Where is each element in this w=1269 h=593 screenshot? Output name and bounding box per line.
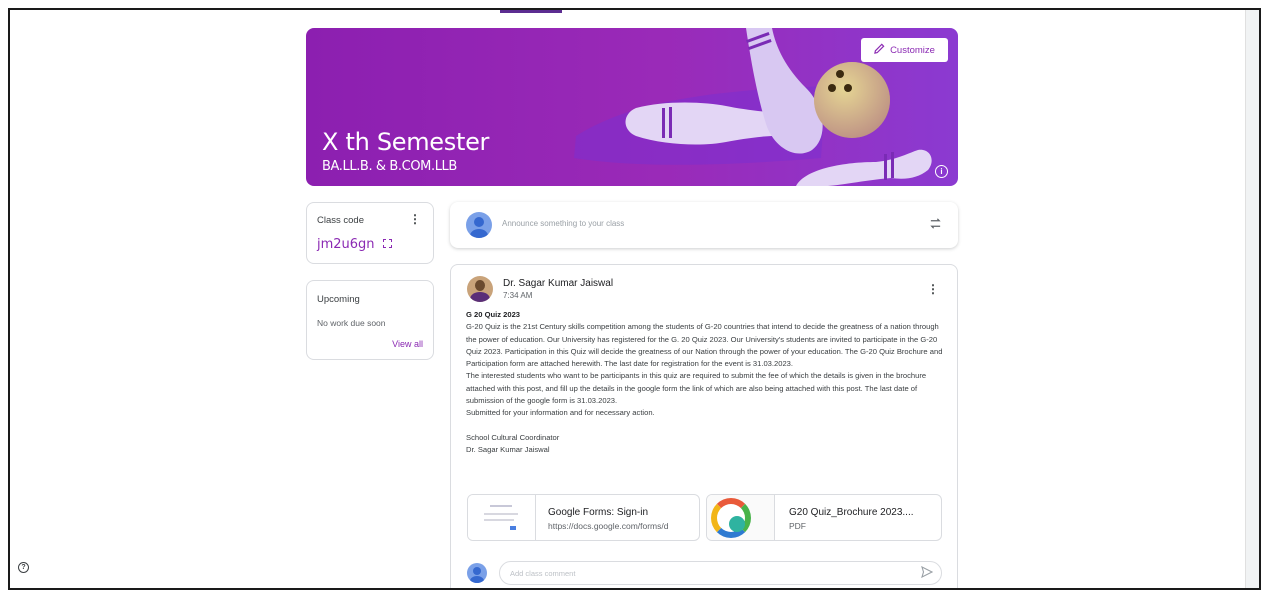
signature-line: Dr. Sagar Kumar Jaiswal — [466, 445, 550, 455]
class-code-value: jm2u6gn — [317, 237, 375, 252]
upcoming-card: Upcoming No work due soon View all — [306, 280, 434, 360]
comment-input[interactable]: Add class comment — [499, 561, 942, 585]
attachment-title: Google Forms: Sign-in — [548, 507, 649, 518]
post-time: 7:34 AM — [503, 291, 533, 300]
post-paragraph: G-20 Quiz is the 21st Century skills com… — [466, 322, 943, 369]
fullscreen-icon[interactable] — [383, 239, 392, 248]
post-paragraph: Submitted for your information and for n… — [466, 408, 655, 418]
upcoming-title: Upcoming — [317, 294, 360, 305]
avatar — [467, 563, 487, 583]
bowling-ball — [814, 62, 890, 138]
avatar — [466, 212, 492, 238]
pdf-thumbnail — [707, 495, 775, 540]
pencil-icon — [874, 43, 885, 57]
customize-label: Customize — [890, 44, 935, 56]
attachment-url: https://docs.google.com/forms/d — [548, 521, 669, 531]
attachment-pdf[interactable]: G20 Quiz_Brochure 2023.... PDF — [706, 494, 942, 541]
active-tab-indicator — [500, 10, 562, 13]
more-vert-icon[interactable]: ⋮ — [409, 212, 421, 226]
upcoming-empty-text: No work due soon — [317, 318, 386, 328]
attachment-title: G20 Quiz_Brochure 2023.... — [789, 507, 914, 518]
comment-placeholder: Add class comment — [510, 569, 576, 578]
info-icon[interactable]: i — [935, 165, 948, 178]
post-paragraph: The interested students who want to be p… — [466, 371, 927, 406]
classroom-window: X th Semester BA.LL.B. & B.COM.LLB Custo… — [8, 8, 1261, 590]
scrollbar-track[interactable] — [1245, 10, 1259, 588]
send-icon[interactable] — [921, 565, 934, 581]
post-title: G 20 Quiz 2023 — [466, 310, 521, 319]
class-title: X th Semester — [322, 128, 490, 156]
form-thumbnail — [468, 495, 536, 540]
class-code-card: Class code ⋮ jm2u6gn — [306, 202, 434, 264]
view-all-link[interactable]: View all — [392, 339, 423, 349]
class-section: BA.LL.B. & B.COM.LLB — [322, 159, 457, 174]
post-author: Dr. Sagar Kumar Jaiswal — [503, 278, 614, 289]
class-banner: X th Semester BA.LL.B. & B.COM.LLB Custo… — [306, 28, 958, 186]
post-body: G 20 Quiz 2023 G-20 Quiz is the 21st Cen… — [466, 309, 944, 457]
signature-line: School Cultural Coordinator — [466, 432, 560, 442]
post-card: Dr. Sagar Kumar Jaiswal 7:34 AM ⋮ G 20 Q… — [450, 264, 958, 588]
repost-icon[interactable] — [929, 217, 942, 233]
author-avatar — [467, 276, 493, 302]
announce-box[interactable]: Announce something to your class — [450, 202, 958, 248]
more-vert-icon[interactable]: ⋮ — [927, 282, 939, 296]
help-icon[interactable]: ? — [18, 562, 29, 573]
comment-row: Add class comment — [467, 561, 943, 585]
class-code-label: Class code — [317, 215, 364, 226]
attachment-google-form[interactable]: Google Forms: Sign-in https://docs.googl… — [467, 494, 700, 541]
customize-button[interactable]: Customize — [861, 38, 948, 62]
attachment-type: PDF — [789, 521, 806, 531]
announce-placeholder[interactable]: Announce something to your class — [502, 219, 624, 228]
